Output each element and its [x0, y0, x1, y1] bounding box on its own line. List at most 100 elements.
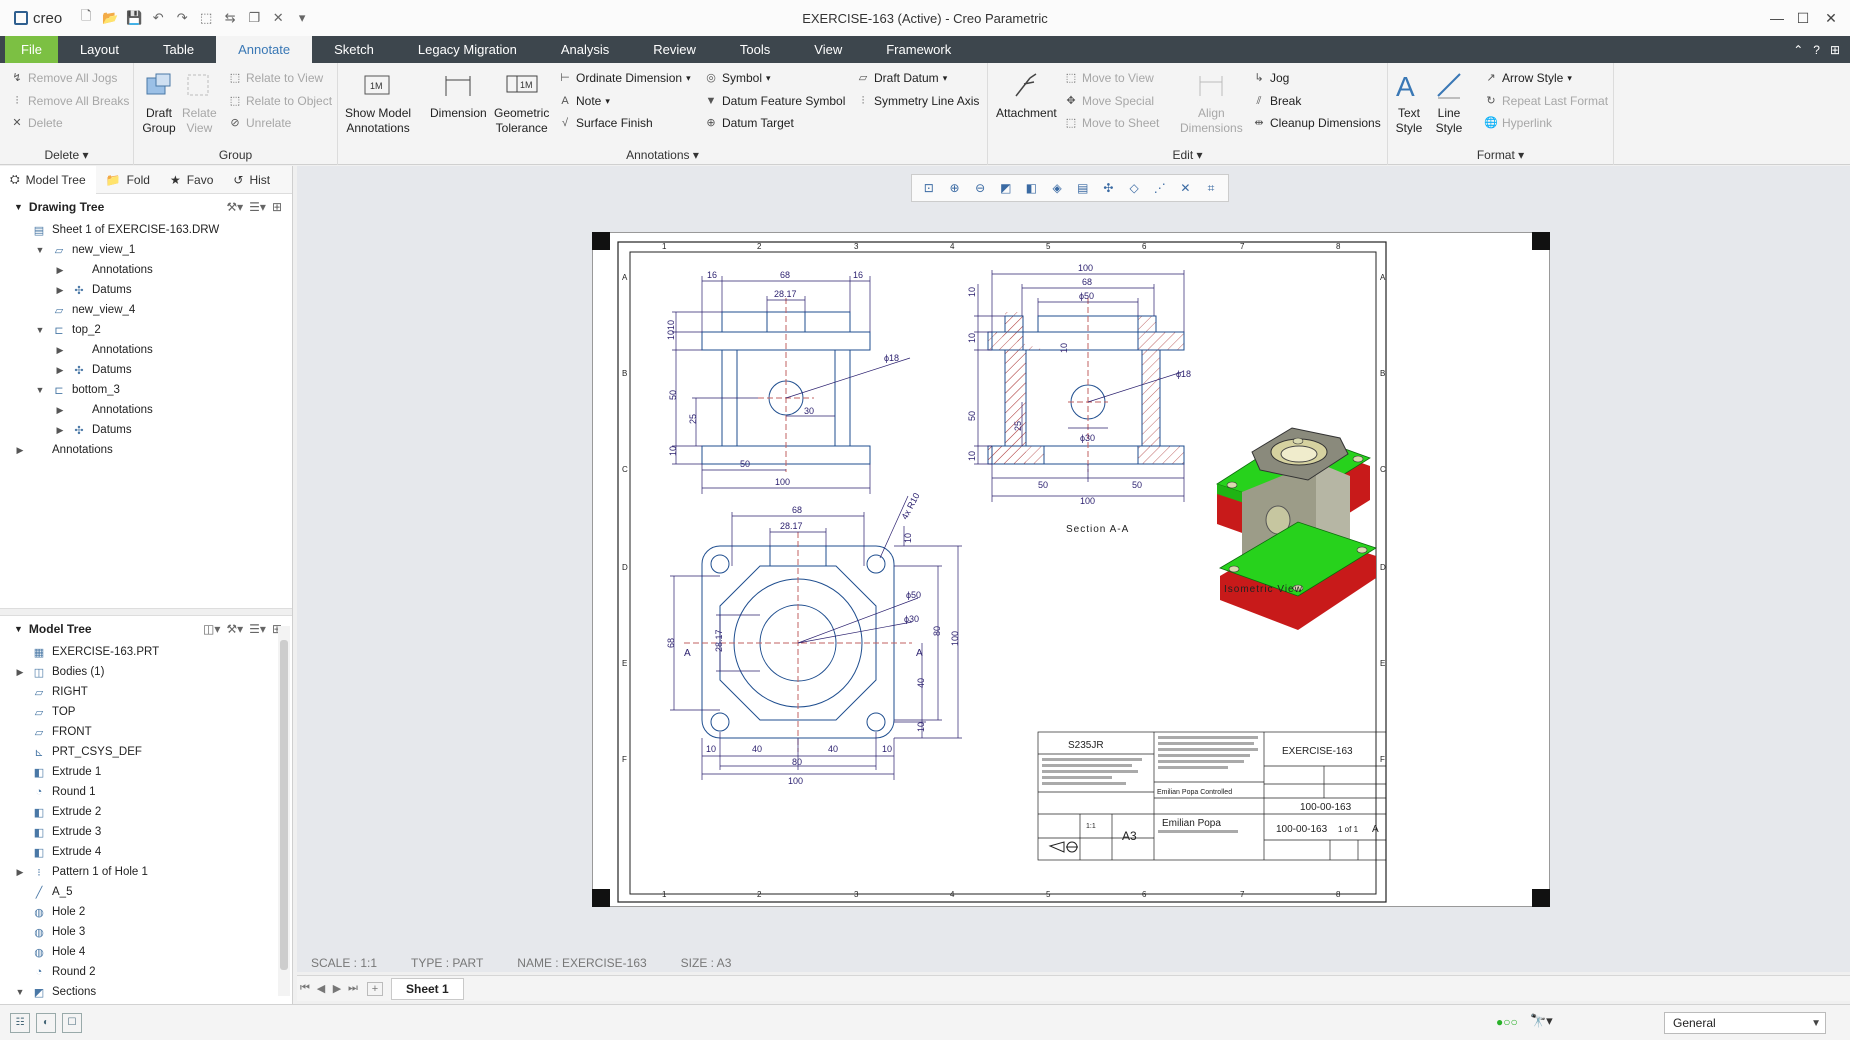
- draft-datum-button[interactable]: ▱ Draft Datum ▾: [856, 71, 947, 85]
- drawing-tree-item[interactable]: ▼ ⊏ top_2: [0, 320, 292, 340]
- move-special-button[interactable]: ✥ Move Special: [1064, 94, 1154, 108]
- model-tree-item[interactable]: ◔ Round 1: [0, 782, 292, 802]
- panel-splitter[interactable]: [0, 608, 292, 616]
- customize-qat-icon[interactable]: ▾: [292, 8, 312, 28]
- navigator-toggle-icon[interactable]: ☷: [10, 1012, 30, 1033]
- model-tree-item[interactable]: ◔ Round 2: [0, 962, 292, 982]
- geometric-tolerance-button[interactable]: 1M Geometric Tolerance: [494, 67, 549, 136]
- open-file-icon[interactable]: 📂: [100, 8, 120, 28]
- datum-target-button[interactable]: ⊕ Datum Target: [704, 116, 793, 130]
- datum-feature-symbol-button[interactable]: ▼ Datum Feature Symbol: [704, 94, 846, 108]
- collapse-icon[interactable]: ▼: [14, 624, 23, 634]
- close-window-icon[interactable]: ✕: [268, 8, 288, 28]
- tab-history[interactable]: ↺ Hist: [223, 166, 280, 194]
- pin-icon[interactable]: ⊞: [1830, 43, 1840, 57]
- expand-icon[interactable]: ▼: [34, 385, 46, 395]
- first-sheet-icon[interactable]: ⏮: [297, 982, 313, 995]
- model-tree-item[interactable]: ◧ Extrude 3: [0, 822, 292, 842]
- remove-all-jogs-button[interactable]: ↯ Remove All Jogs: [10, 71, 117, 85]
- annotation-display-icon[interactable]: ⌗: [1201, 178, 1221, 198]
- find-icon[interactable]: 🔭▾: [1530, 1013, 1553, 1029]
- move-to-sheet-button[interactable]: ⬚ Move to Sheet: [1064, 116, 1160, 130]
- ordinate-dimension-button[interactable]: ⊢ Ordinate Dimension ▾: [558, 71, 690, 85]
- expand-icon[interactable]: ▼: [34, 325, 46, 335]
- regenerate-icon[interactable]: ⇆: [220, 8, 240, 28]
- tab-layout[interactable]: Layout: [58, 36, 141, 63]
- model-tree-item[interactable]: ◍ Hole 4: [0, 942, 292, 962]
- csys-display-icon[interactable]: ✕: [1175, 178, 1195, 198]
- annotations-group-label[interactable]: Annotations ▾: [338, 148, 987, 162]
- expand-icon[interactable]: ▶: [54, 425, 66, 436]
- drawing-tree-item[interactable]: ▶ ✣ Datums: [0, 280, 292, 300]
- tab-legacy-migration[interactable]: Legacy Migration: [396, 36, 539, 63]
- close-icon[interactable]: ✕: [1816, 0, 1846, 36]
- delete-button[interactable]: ✕ Delete: [10, 116, 62, 130]
- expand-icon[interactable]: ▼: [14, 987, 26, 997]
- drawing-tree-item[interactable]: ▶ Annotations: [0, 340, 292, 360]
- align-dimensions-button[interactable]: Align Dimensions: [1180, 67, 1243, 136]
- drawing-tree-item[interactable]: ▶ Annotations: [0, 260, 292, 280]
- tab-analysis[interactable]: Analysis: [539, 36, 631, 63]
- tree-filter-icon[interactable]: ☰▾: [249, 200, 266, 214]
- break-button[interactable]: ⫽ Break: [1252, 94, 1302, 108]
- display-style-icon[interactable]: ◧: [1021, 178, 1041, 198]
- model-tree-header[interactable]: ▼ Model Tree ◫▾ ⚒▾ ☰▾ ⊞: [0, 616, 292, 642]
- tab-tools[interactable]: Tools: [718, 36, 792, 63]
- relate-to-view-button[interactable]: ⬚ Relate to View: [228, 71, 323, 85]
- tree-filter-icon[interactable]: ☰▾: [249, 622, 266, 636]
- jog-button[interactable]: ↳ Jog: [1252, 71, 1289, 85]
- drawing-tree-item[interactable]: ▶ Annotations: [0, 400, 292, 420]
- sheet-tab[interactable]: Sheet 1: [391, 977, 464, 1000]
- format-group-label[interactable]: Format ▾: [1388, 148, 1613, 162]
- axis-display-icon[interactable]: ✣: [1098, 178, 1118, 198]
- drawing-tree-item[interactable]: ▼ ▱ new_view_1: [0, 240, 292, 260]
- collapse-icon[interactable]: ▼: [14, 202, 23, 212]
- model-tree-item[interactable]: ◧ Extrude 2: [0, 802, 292, 822]
- save-icon[interactable]: 💾: [124, 8, 144, 28]
- model-tree-item[interactable]: ╱ A_5: [0, 882, 292, 902]
- symbol-button[interactable]: ◎ Symbol ▾: [704, 71, 770, 85]
- next-sheet-icon[interactable]: ▶: [329, 982, 345, 995]
- dimension-button[interactable]: Dimension: [430, 67, 487, 121]
- drawing-tree-item[interactable]: ▶ ✣ Datums: [0, 360, 292, 380]
- edit-group-label[interactable]: Edit ▾: [988, 148, 1387, 162]
- drawing-tree-item[interactable]: ▶ Annotations: [0, 440, 292, 460]
- refit-icon[interactable]: ⊡: [919, 178, 939, 198]
- unrelate-button[interactable]: ⊘ Unrelate: [228, 116, 291, 130]
- scrollbar-thumb[interactable]: [280, 640, 288, 970]
- tree-options-icon[interactable]: ⊞: [272, 200, 282, 214]
- help-icon[interactable]: ?: [1813, 43, 1820, 57]
- delete-group-label[interactable]: Delete ▾: [0, 148, 133, 162]
- show-model-annotations-button[interactable]: 1M Show Model Annotations: [345, 67, 411, 136]
- expand-icon[interactable]: ▶: [54, 285, 66, 296]
- expand-icon[interactable]: ▶: [54, 345, 66, 356]
- tree-settings-icon[interactable]: ⚒▾: [226, 622, 243, 636]
- remove-all-breaks-button[interactable]: ⫶ Remove All Breaks: [10, 94, 130, 108]
- tab-file[interactable]: File: [5, 36, 58, 63]
- expand-icon[interactable]: ▶: [54, 365, 66, 376]
- selection-filter-select[interactable]: General ▼: [1664, 1012, 1826, 1034]
- relate-view-button[interactable]: Relate View: [182, 67, 217, 136]
- graphics-area[interactable]: ⊡ ⊕ ⊖ ◩ ◧ ◈ ▤ ✣ ◇ ⋰ ✕ ⌗ 1 1 2 2 3 3 4 4 5 5 6 6 7 7 8 8…: [297, 166, 1850, 972]
- symmetry-line-axis-button[interactable]: ⫶ Symmetry Line Axis: [856, 94, 980, 108]
- expand-icon[interactable]: ▶: [14, 667, 26, 678]
- zoom-out-icon[interactable]: ⊖: [970, 178, 990, 198]
- expand-icon[interactable]: ▶: [14, 867, 26, 878]
- saved-views-icon[interactable]: ◈: [1047, 178, 1067, 198]
- attachment-button[interactable]: Attachment: [996, 67, 1057, 121]
- expand-icon[interactable]: ▶: [14, 445, 26, 456]
- model-tree-item[interactable]: ▼ ◩ Sections: [0, 982, 292, 1002]
- line-style-button[interactable]: Line Style: [1432, 67, 1466, 136]
- last-sheet-icon[interactable]: ⏭: [345, 982, 361, 995]
- drawing-tree-item[interactable]: ▼ ⊏ bottom_3: [0, 380, 292, 400]
- hyperlink-button[interactable]: 🌐 Hyperlink: [1484, 116, 1552, 130]
- model-tree-item[interactable]: ◍ Hole 2: [0, 902, 292, 922]
- tree-settings-icon[interactable]: ⚒▾: [226, 200, 243, 214]
- model-tree-item[interactable]: ⊾ PRT_CSYS_DEF: [0, 742, 292, 762]
- model-tree-item[interactable]: ▱ RIGHT: [0, 682, 292, 702]
- tab-model-tree[interactable]: ⛭ Model Tree: [0, 165, 96, 194]
- drawing-tree-item[interactable]: ▱ new_view_4: [0, 300, 292, 320]
- browser-toggle-icon[interactable]: ◐: [36, 1012, 56, 1033]
- redo-icon[interactable]: ↷: [172, 8, 192, 28]
- relate-to-object-button[interactable]: ⬚ Relate to Object: [228, 94, 332, 108]
